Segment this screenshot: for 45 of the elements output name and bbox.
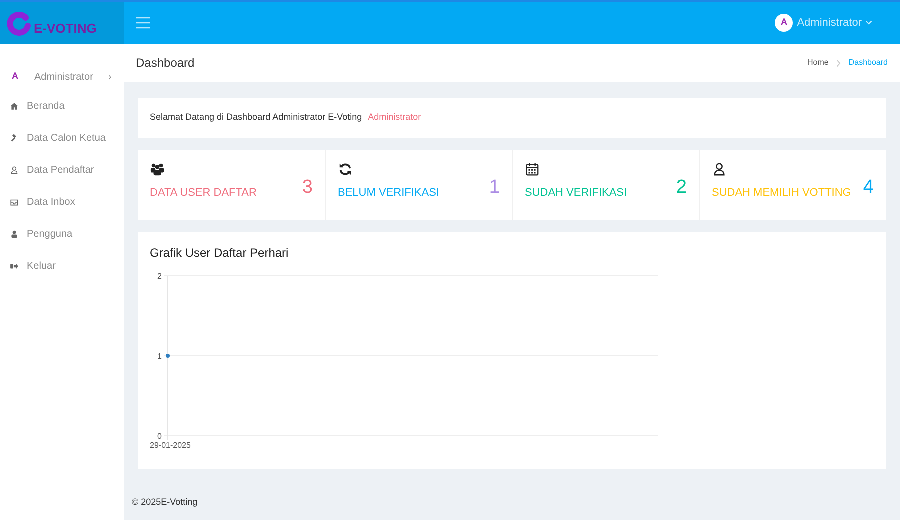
user-icon: [10, 166, 19, 174]
users-icon: [150, 162, 165, 177]
x-tick-label: 29-01-2025: [150, 441, 191, 450]
stat-label: SUDAH VERIFIKASI: [525, 186, 628, 201]
logo-icon: [6, 10, 32, 36]
avatar: A: [775, 14, 794, 32]
logout-icon: [10, 262, 19, 270]
sidebar-item[interactable]: Beranda: [0, 90, 124, 122]
inbox-icon: [10, 198, 19, 206]
y-tick-label: 2: [158, 272, 162, 281]
user-menu[interactable]: A Administrator: [775, 14, 872, 32]
user-icon: [712, 162, 727, 177]
calendar-icon: [525, 162, 540, 177]
stat-label: SUDAH MEMILIH VOTTING: [712, 186, 852, 201]
stat-label: DATA USER DAFTAR: [150, 186, 258, 201]
stat-value: 2: [676, 176, 687, 200]
chevron-icon: [109, 74, 112, 80]
chart-title: Grafik User Daftar Perhari: [150, 245, 290, 262]
sidebar-item[interactable]: Keluar: [0, 250, 124, 282]
stat-value: 3: [302, 176, 313, 200]
sidebar-item[interactable]: Data Inbox: [0, 186, 124, 218]
avatar: A: [12, 70, 18, 84]
stat-label: BELUM VERIFIKASI: [338, 186, 440, 201]
page-title: Dashboard: [136, 55, 195, 72]
sidebar-item[interactable]: Data Pendaftar: [0, 154, 124, 186]
user-icon: [10, 230, 19, 238]
stat-value: 4: [863, 176, 874, 200]
refresh-icon: [338, 162, 353, 177]
footer-text: © 2025E-Votting: [132, 496, 198, 510]
logo-text: E-VOTING: [34, 20, 97, 38]
admin-name: Administrator: [368, 111, 422, 124]
sidebar-item[interactable]: Data Calon Ketua: [0, 122, 124, 154]
breadcrumb-link[interactable]: Dashboard: [848, 57, 888, 69]
chevron-icon: [836, 60, 841, 66]
breadcrumb-link[interactable]: Home: [808, 57, 829, 69]
data-point: [166, 354, 170, 358]
y-tick-label: 0: [158, 432, 162, 441]
caret-icon: [866, 21, 872, 25]
welcome-text: Selamat Datang di Dashboard Administrator E-Voting: [150, 111, 362, 124]
menu-icon: [136, 17, 150, 29]
stat-value: 1: [489, 176, 500, 200]
sidebar-item[interactable]: Pengguna: [0, 218, 124, 250]
profile-item[interactable]: A Administrator: [0, 64, 124, 90]
home-icon: [10, 102, 19, 110]
y-tick-label: 1: [158, 352, 162, 361]
